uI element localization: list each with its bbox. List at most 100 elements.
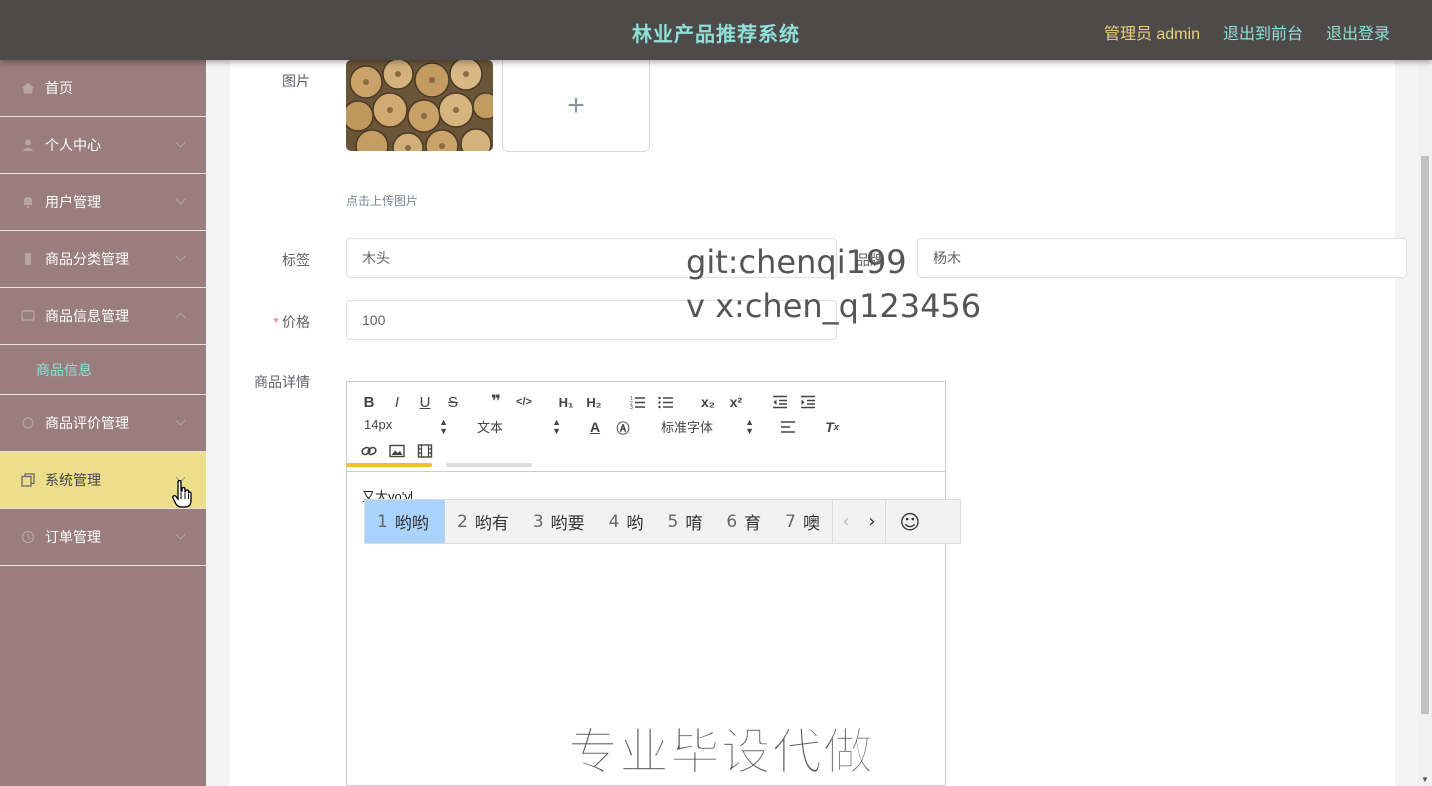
home-icon bbox=[20, 80, 36, 96]
required-asterisk: * bbox=[273, 314, 279, 330]
indent-icon[interactable] bbox=[798, 392, 818, 412]
sidebar-item-label: 订单管理 bbox=[45, 529, 101, 545]
align-left-icon[interactable] bbox=[778, 417, 798, 437]
copy-icon bbox=[20, 472, 36, 488]
main-content: 图片 + 点击上传图片 标签 木头 品牌 杨木 * 价格 100 商品详情 B … bbox=[206, 60, 1432, 786]
chevron-down-icon bbox=[175, 415, 186, 426]
ime-candidate[interactable]: 6育 bbox=[714, 500, 773, 543]
ime-prev-page-icon[interactable]: ‹ bbox=[833, 500, 859, 543]
ime-candidate[interactable]: 5唷 bbox=[655, 500, 714, 543]
user-icon bbox=[20, 137, 36, 153]
product-image-thumbnail[interactable] bbox=[346, 60, 493, 151]
block-type-value: 文本 bbox=[477, 420, 504, 435]
product-form-card: 图片 + 点击上传图片 标签 木头 品牌 杨木 * 价格 100 商品详情 B … bbox=[230, 60, 1407, 786]
font-family-select[interactable]: 标准字体 ▲ ▼ bbox=[661, 417, 754, 436]
ime-candidate[interactable]: 1 哟哟 bbox=[365, 500, 445, 543]
font-size-value: 14px bbox=[364, 417, 393, 432]
blockquote-icon[interactable]: ❞ bbox=[486, 392, 506, 412]
sidebar-item-home[interactable]: 首页 bbox=[0, 60, 206, 117]
logout-link[interactable]: 退出登录 bbox=[1326, 20, 1390, 44]
sidebar-item-label: 商品评价管理 bbox=[45, 415, 129, 431]
sidebar-item-label: 个人中心 bbox=[45, 137, 101, 153]
ime-candidate[interactable]: 3 哟要 bbox=[521, 500, 597, 543]
strike-icon[interactable]: S bbox=[443, 392, 463, 412]
bold-icon[interactable]: B bbox=[359, 392, 379, 412]
header2-icon[interactable]: H₂ bbox=[584, 392, 604, 412]
font-family-value: 标准字体 bbox=[661, 420, 714, 435]
subscript-icon[interactable]: x₂ bbox=[698, 392, 718, 412]
page-scrollbar[interactable]: ▼ bbox=[1418, 60, 1432, 786]
ime-candidate[interactable]: 2 哟有 bbox=[445, 500, 521, 543]
monitor-icon bbox=[20, 308, 36, 324]
sidebar-item-product-info-management[interactable]: 商品信息管理 bbox=[0, 288, 206, 345]
sidebar-item-user-management[interactable]: 用户管理 bbox=[0, 174, 206, 231]
scroll-down-arrow-icon[interactable]: ▼ bbox=[1421, 775, 1429, 784]
italic-icon[interactable]: I bbox=[387, 392, 407, 412]
sidebar-item-label: 商品信息管理 bbox=[45, 308, 129, 324]
ordered-list-icon[interactable]: 123 bbox=[628, 392, 648, 412]
chevron-down-icon bbox=[175, 529, 186, 540]
clear-format-icon[interactable]: Tx bbox=[822, 417, 842, 437]
admin-label: 管理员 admin bbox=[1103, 26, 1200, 43]
cancel-button-edge[interactable] bbox=[446, 463, 532, 467]
brand-input[interactable]: 杨木 bbox=[917, 238, 1407, 278]
sidebar-item-review-management[interactable]: 商品评价管理 bbox=[0, 395, 206, 452]
phone-icon bbox=[20, 251, 36, 267]
editor-toolbar: B I U S ❞ </> H₁ H₂ 123 x₂ x² 14px ▲ ▼ 文… bbox=[347, 382, 945, 472]
ime-candidate[interactable]: 4哟 bbox=[597, 500, 656, 543]
image-icon[interactable] bbox=[387, 441, 407, 461]
block-type-select[interactable]: 文本 ▲ ▼ bbox=[477, 417, 561, 436]
chevron-down-icon bbox=[175, 137, 186, 148]
bell-icon bbox=[20, 194, 36, 210]
sidebar: 首页 个人中心 用户管理 商品分类管理 商品信息管理 商品信息 商品评价管理 系… bbox=[0, 60, 206, 786]
watermark-git: git:chenqi199 bbox=[686, 243, 907, 281]
header1-icon[interactable]: H₁ bbox=[556, 392, 576, 412]
chevron-down-icon bbox=[175, 251, 186, 262]
watermark-contact: git:chenqi199 v x:chen_q123456 bbox=[686, 240, 981, 328]
ime-candidate-bar: 1 哟哟 2 哟有 3 哟要 4哟 5唷 6育 7噢 ‹ › ☺ bbox=[364, 499, 961, 544]
image-upload-button[interactable]: + bbox=[502, 60, 650, 152]
detail-label: 商品详情 bbox=[254, 374, 310, 390]
emoji-icon[interactable]: ☺ bbox=[886, 500, 934, 543]
select-arrows-icon: ▲ ▼ bbox=[745, 417, 754, 436]
circle-icon bbox=[20, 415, 36, 431]
background-color-icon[interactable]: Ⓐ bbox=[613, 417, 633, 437]
sidebar-item-personal-center[interactable]: 个人中心 bbox=[0, 117, 206, 174]
scrollbar-thumb[interactable] bbox=[1421, 156, 1429, 714]
underline-icon[interactable]: U bbox=[415, 392, 435, 412]
font-size-select[interactable]: 14px ▲ ▼ bbox=[364, 417, 448, 436]
svg-text:3: 3 bbox=[630, 405, 633, 409]
exit-to-front-link[interactable]: 退出到前台 bbox=[1223, 20, 1303, 44]
image-label: 图片 bbox=[282, 73, 310, 89]
watermark-banner: 专业毕设代做 bbox=[568, 723, 874, 782]
sidebar-item-label: 用户管理 bbox=[45, 194, 101, 210]
hand-cursor-icon bbox=[172, 479, 192, 513]
code-block-icon[interactable]: </> bbox=[514, 392, 534, 412]
clock-icon bbox=[20, 529, 36, 545]
select-arrows-icon: ▲ ▼ bbox=[552, 417, 561, 436]
ime-candidate[interactable]: 7噢 bbox=[773, 500, 832, 543]
outdent-icon[interactable] bbox=[770, 392, 790, 412]
sidebar-item-category-management[interactable]: 商品分类管理 bbox=[0, 231, 206, 288]
top-header: 林业产品推荐系统 管理员 admin 退出到前台 退出登录 bbox=[0, 0, 1432, 60]
tag-label: 标签 bbox=[282, 252, 310, 268]
font-color-icon[interactable]: A bbox=[585, 417, 605, 437]
watermark-wechat: v x:chen_q123456 bbox=[686, 287, 982, 325]
submit-button-edge[interactable] bbox=[346, 463, 432, 467]
sidebar-item-label: 系统管理 bbox=[45, 472, 101, 488]
link-icon[interactable] bbox=[359, 441, 379, 461]
video-icon[interactable] bbox=[415, 441, 435, 461]
chevron-up-icon bbox=[175, 312, 186, 323]
chevron-down-icon bbox=[175, 194, 186, 205]
superscript-icon[interactable]: x² bbox=[726, 392, 746, 412]
header-nav: 管理员 admin 退出到前台 退出登录 bbox=[1104, 20, 1390, 44]
price-label: * 价格 bbox=[273, 314, 310, 330]
bullet-list-icon[interactable] bbox=[656, 392, 676, 412]
sidebar-item-label: 商品分类管理 bbox=[45, 251, 129, 267]
select-arrows-icon: ▲ ▼ bbox=[439, 417, 448, 436]
upload-tip: 点击上传图片 bbox=[346, 194, 419, 208]
sidebar-subitem-product-info[interactable]: 商品信息 bbox=[0, 345, 206, 395]
plus-icon: + bbox=[567, 88, 585, 122]
ime-next-page-icon[interactable]: › bbox=[859, 500, 885, 543]
sidebar-item-order-management[interactable]: 订单管理 bbox=[0, 509, 206, 566]
